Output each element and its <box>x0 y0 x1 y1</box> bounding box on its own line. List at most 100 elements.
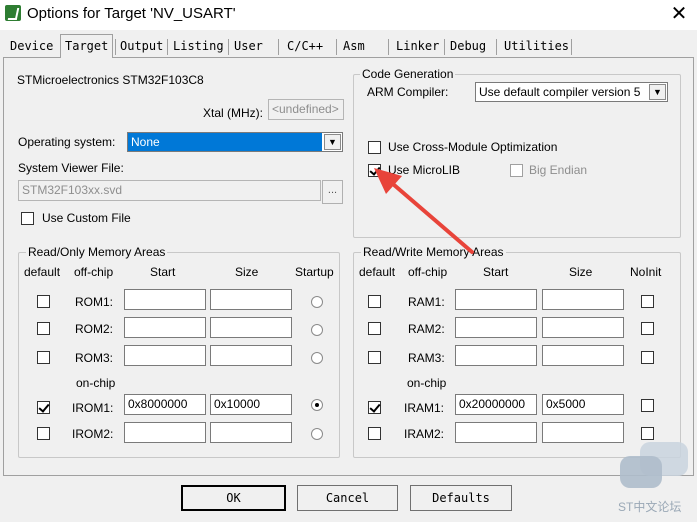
rom1-startup-radio[interactable] <box>311 296 323 308</box>
os-label: Operating system: <box>18 135 116 149</box>
compiler-label: ARM Compiler: <box>367 85 449 99</box>
os-select-value: None <box>128 133 322 151</box>
iram1-size-field[interactable]: 0x5000 <box>542 394 624 415</box>
window-title: Options for Target 'NV_USART' <box>27 5 236 22</box>
irom1-default-checkbox[interactable] <box>37 401 50 414</box>
ram2-label: RAM2: <box>408 322 445 336</box>
ram2-noinit-checkbox[interactable] <box>641 322 654 335</box>
watermark-text: ST中文论坛 <box>618 500 682 514</box>
ram3-default-checkbox[interactable] <box>368 351 381 364</box>
iram2-start-field[interactable] <box>455 422 537 443</box>
sysviewer-field[interactable]: STM32F103xx.svd <box>18 180 321 201</box>
close-icon[interactable]: ✕ <box>668 1 690 25</box>
tab-user[interactable]: User <box>234 37 263 57</box>
iram2-label: IRAM2: <box>404 427 445 441</box>
tab-target[interactable]: Target <box>60 34 114 58</box>
rom2-startup-radio[interactable] <box>311 324 323 336</box>
ram1-noinit-checkbox[interactable] <box>641 295 654 308</box>
ram3-start-field[interactable] <box>455 345 537 366</box>
tab-debug[interactable]: Debug <box>450 37 486 57</box>
chevron-down-icon[interactable]: ▼ <box>324 134 341 150</box>
rom3-startup-radio[interactable] <box>311 352 323 364</box>
ram-onchip-label: on-chip <box>407 376 447 390</box>
iram2-default-checkbox[interactable] <box>368 427 381 440</box>
use-custom-file-checkbox[interactable] <box>21 212 34 225</box>
rom2-start-field[interactable] <box>124 317 206 338</box>
red-arrow-icon <box>374 168 474 254</box>
cross-module-checkbox[interactable] <box>368 141 381 154</box>
rom-onchip-label: on-chip <box>76 376 116 390</box>
rom-header-startup: Startup <box>295 265 334 279</box>
compiler-select-value: Use default compiler version 5 <box>479 85 641 99</box>
iram1-start-field[interactable]: 0x20000000 <box>455 394 537 415</box>
tab-asm[interactable]: Asm <box>343 37 365 57</box>
ram1-start-field[interactable] <box>455 289 537 310</box>
tab-device[interactable]: Device <box>10 37 53 57</box>
sysviewer-label: System Viewer File: <box>18 161 124 175</box>
irom2-start-field[interactable] <box>124 422 206 443</box>
xtal-field[interactable]: <undefined> <box>268 99 344 120</box>
rom2-size-field[interactable] <box>210 317 292 338</box>
rom-header-size: Size <box>235 265 259 279</box>
big-endian-label: Big Endian <box>529 163 588 177</box>
code-generation-title: Code Generation <box>360 67 456 82</box>
ram-header-start: Start <box>483 265 509 279</box>
ram-header-noinit: NoInit <box>630 265 662 279</box>
ram2-default-checkbox[interactable] <box>368 322 381 335</box>
irom1-startup-radio[interactable] <box>311 399 323 411</box>
rom1-size-field[interactable] <box>210 289 292 310</box>
rom-header-start: Start <box>150 265 176 279</box>
rom3-label: ROM3: <box>75 351 114 365</box>
ram3-noinit-checkbox[interactable] <box>641 351 654 364</box>
rom3-size-field[interactable] <box>210 345 292 366</box>
rom2-label: ROM2: <box>75 322 114 336</box>
rom-header-offchip: off-chip <box>74 265 114 279</box>
rom-header-default: default <box>24 265 61 279</box>
tab-listing[interactable]: Listing <box>173 37 224 57</box>
tab-c-cpp[interactable]: C/C++ <box>287 37 323 57</box>
rom3-default-checkbox[interactable] <box>37 351 50 364</box>
iram1-noinit-checkbox[interactable] <box>641 399 654 412</box>
ram1-label: RAM1: <box>408 295 445 309</box>
browse-button[interactable]: ... <box>322 180 343 204</box>
compiler-select[interactable]: Use default compiler version 5 ▼ <box>475 82 668 102</box>
ram-header-offchip: off-chip <box>408 265 448 279</box>
chevron-down-icon[interactable]: ▼ <box>649 84 666 100</box>
iram1-default-checkbox[interactable] <box>368 401 381 414</box>
rom1-label: ROM1: <box>75 295 114 309</box>
irom1-start-field[interactable]: 0x8000000 <box>124 394 206 415</box>
tab-utilities[interactable]: Utilities <box>504 37 569 57</box>
ok-button[interactable]: OK <box>181 485 286 511</box>
cancel-button[interactable]: Cancel <box>297 485 398 511</box>
ram-header-default: default <box>359 265 396 279</box>
device-name: STMicroelectronics STM32F103C8 <box>17 73 204 87</box>
ram2-start-field[interactable] <box>455 317 537 338</box>
ram3-label: RAM3: <box>408 351 445 365</box>
rom1-start-field[interactable] <box>124 289 206 310</box>
big-endian-checkbox[interactable] <box>510 164 523 177</box>
ram3-size-field[interactable] <box>542 345 624 366</box>
irom2-default-checkbox[interactable] <box>37 427 50 440</box>
iram2-size-field[interactable] <box>542 422 624 443</box>
xtal-label: Xtal (MHz): <box>203 106 263 120</box>
irom1-label: IROM1: <box>72 401 114 415</box>
iram2-noinit-checkbox[interactable] <box>641 427 654 440</box>
rom-group-title: Read/Only Memory Areas <box>26 245 168 260</box>
watermark-bubble-front <box>620 456 662 488</box>
rom3-start-field[interactable] <box>124 345 206 366</box>
rom1-default-checkbox[interactable] <box>37 295 50 308</box>
tab-linker[interactable]: Linker <box>396 37 439 57</box>
rom2-default-checkbox[interactable] <box>37 322 50 335</box>
os-select[interactable]: None ▼ <box>127 132 343 152</box>
irom1-size-field[interactable]: 0x10000 <box>210 394 292 415</box>
irom2-startup-radio[interactable] <box>311 428 323 440</box>
defaults-button[interactable]: Defaults <box>410 485 512 511</box>
use-custom-file-label: Use Custom File <box>42 211 131 225</box>
ram-header-size: Size <box>569 265 593 279</box>
tab-output[interactable]: Output <box>120 37 163 57</box>
irom2-size-field[interactable] <box>210 422 292 443</box>
ram1-size-field[interactable] <box>542 289 624 310</box>
ram2-size-field[interactable] <box>542 317 624 338</box>
ram1-default-checkbox[interactable] <box>368 295 381 308</box>
cross-module-label: Use Cross-Module Optimization <box>388 140 558 154</box>
